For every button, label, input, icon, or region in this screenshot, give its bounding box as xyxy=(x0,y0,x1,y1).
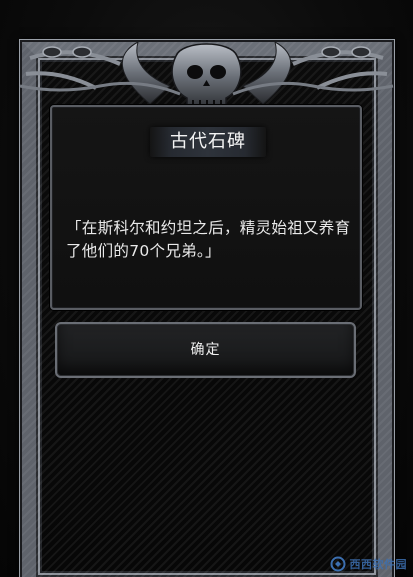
dialog-panel: 古代石碑 「在斯科尔和约坦之后，精灵始祖又养育了他们的70个兄弟。」 xyxy=(50,105,362,310)
dialog-title: 古代石碑 xyxy=(170,131,246,152)
watermark: 西西软件园 xyxy=(330,555,408,573)
dialog-body-text: 「在斯科尔和约坦之后，精灵始祖又养育了他们的70个兄弟。」 xyxy=(66,219,351,260)
watermark-logo-icon xyxy=(330,556,345,572)
confirm-button-label: 确定 xyxy=(190,342,221,358)
confirm-button[interactable]: 确定 xyxy=(55,322,356,378)
game-screen: 古代石碑 「在斯科尔和约坦之后，精灵始祖又养育了他们的70个兄弟。」 确定 西西… xyxy=(0,0,413,577)
watermark-text: 西西软件园 xyxy=(349,558,407,571)
title-plate: 古代石碑 xyxy=(150,127,266,157)
